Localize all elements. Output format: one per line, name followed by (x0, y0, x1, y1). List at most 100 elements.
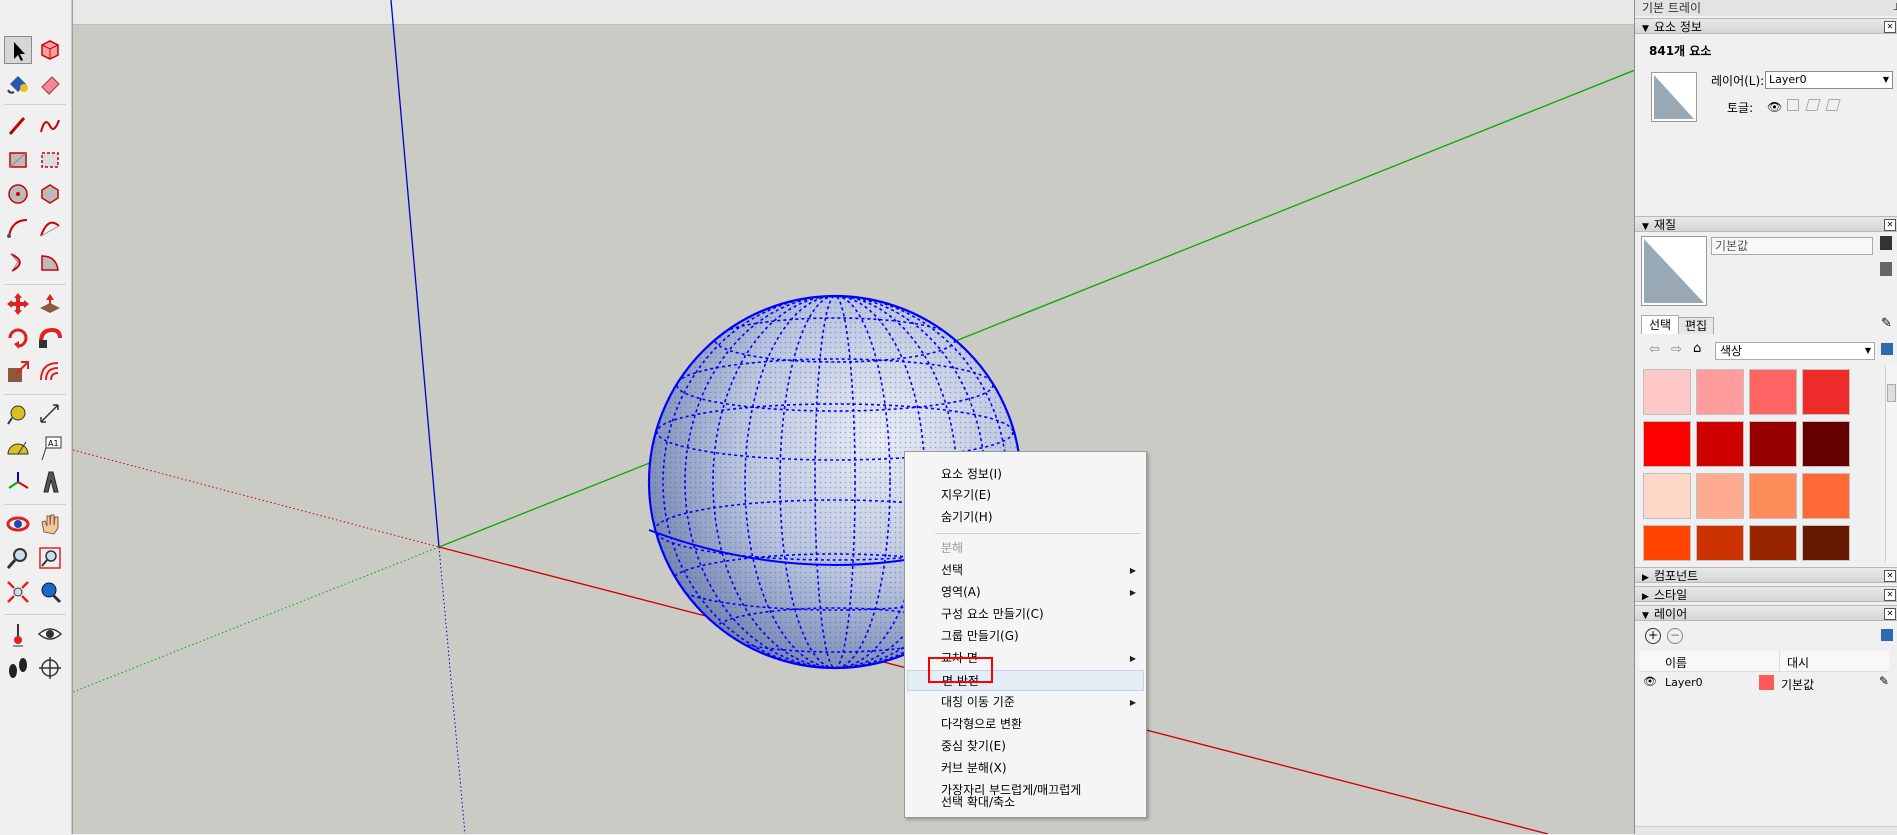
zoom-extents-tool-icon[interactable] (4, 578, 32, 606)
line-tool-icon[interactable] (4, 112, 32, 140)
color-swatch[interactable] (1643, 525, 1691, 561)
color-swatch[interactable] (1802, 421, 1850, 467)
entity-info-header[interactable]: ▼ 요소 정보 ✕ (1635, 18, 1897, 34)
color-swatch[interactable] (1643, 369, 1691, 415)
position-camera-tool-icon[interactable] (4, 620, 32, 648)
back-arrow-icon[interactable]: ⇦ (1649, 342, 1660, 357)
arc-tool-icon[interactable] (4, 214, 32, 242)
move-tool-icon[interactable] (4, 290, 32, 318)
color-swatch[interactable] (1696, 369, 1744, 415)
menu-item-erase[interactable]: 지우기(E) (907, 485, 1144, 506)
color-swatch[interactable] (1749, 369, 1797, 415)
model-viewport[interactable] (72, 0, 1635, 834)
menu-item-find-center[interactable]: 중심 찾기(E) (907, 736, 1144, 757)
close-icon[interactable]: ✕ (1884, 608, 1896, 620)
text-tool-icon[interactable]: A1 (36, 434, 64, 462)
visibility-eye-icon[interactable]: 👁 (1643, 675, 1657, 688)
tab-select[interactable]: 선택 (1641, 315, 1679, 334)
zoom-tool-icon[interactable] (4, 544, 32, 572)
walk-tool-icon[interactable] (4, 654, 32, 682)
previous-view-tool-icon[interactable] (36, 578, 64, 606)
push-pull-tool-icon[interactable] (36, 290, 64, 318)
pan-tool-icon[interactable] (36, 510, 64, 538)
two-point-arc-tool-icon[interactable] (36, 214, 64, 242)
close-icon[interactable]: ✕ (1884, 219, 1896, 231)
col-name[interactable]: 이름 (1665, 654, 1687, 671)
menu-item-hide[interactable]: 숨기기(H) (907, 507, 1144, 528)
protractor-tool-icon[interactable] (4, 434, 32, 462)
menu-item-make-component[interactable]: 구성 요소 만들기(C) (907, 604, 1144, 625)
freehand-tool-icon[interactable] (36, 112, 64, 140)
pie-tool-icon[interactable] (36, 248, 64, 276)
close-icon[interactable]: ✕ (1884, 570, 1896, 582)
rotate-tool-icon[interactable] (4, 324, 32, 352)
layer-select[interactable]: Layer0 ▼ (1765, 71, 1893, 89)
follow-me-tool-icon[interactable] (36, 324, 64, 352)
circle-tool-icon[interactable] (4, 180, 32, 208)
make-component-tool-icon[interactable] (36, 36, 64, 64)
menu-item-zoom-selection[interactable]: 선택 확대/축소 (907, 792, 1144, 813)
edit-pencil-icon[interactable]: ✎ (1879, 674, 1889, 688)
receive-shadows-icon[interactable] (1805, 99, 1821, 111)
scrollbar-thumb[interactable] (1887, 384, 1896, 402)
layer-color-swatch[interactable] (1759, 675, 1774, 690)
color-swatch[interactable] (1643, 421, 1691, 467)
paint-bucket-tool-icon[interactable] (4, 70, 32, 98)
eraser-tool-icon[interactable] (36, 70, 64, 98)
layer-details-icon[interactable] (1881, 629, 1893, 641)
rectangle-tool-icon[interactable] (4, 146, 32, 174)
select-tool-icon[interactable] (4, 36, 32, 64)
add-layer-icon[interactable]: + (1645, 628, 1661, 644)
layer-dash[interactable]: 기본값 (1781, 676, 1814, 693)
close-icon[interactable]: ✕ (1884, 589, 1896, 601)
swatch-scrollbar[interactable] (1885, 366, 1897, 562)
section-plane-tool-icon[interactable] (36, 654, 64, 682)
color-swatch[interactable] (1802, 369, 1850, 415)
forward-arrow-icon[interactable]: ⇨ (1671, 342, 1682, 357)
menu-item-area[interactable]: 영역(A) ▶ (907, 582, 1144, 603)
offset-tool-icon[interactable] (36, 358, 64, 386)
components-header[interactable]: ▶ 컴포넌트 ✕ (1635, 567, 1897, 583)
three-point-arc-tool-icon[interactable] (4, 248, 32, 276)
delete-layer-icon[interactable]: − (1667, 628, 1683, 644)
create-material-icon[interactable] (1880, 236, 1892, 250)
color-swatch[interactable] (1643, 473, 1691, 519)
zoom-window-tool-icon[interactable] (36, 544, 64, 572)
color-swatch[interactable] (1696, 473, 1744, 519)
color-swatch[interactable] (1749, 525, 1797, 561)
menu-item-convert-to-polygon[interactable]: 다각형으로 변환 (907, 714, 1144, 735)
dimension-tool-icon[interactable] (36, 400, 64, 428)
visibility-eye-icon[interactable]: 👁 (1767, 100, 1782, 114)
menu-item-flip-along[interactable]: 대칭 이동 기준 ▶ (907, 692, 1144, 713)
materials-header[interactable]: ▼ 재질 ✕ (1635, 216, 1897, 232)
details-arrow-icon[interactable] (1881, 343, 1893, 355)
pin-icon[interactable]: ⊥ (1892, 0, 1897, 16)
color-swatch[interactable] (1802, 473, 1850, 519)
layers-header[interactable]: ▼ 레이어 ✕ (1635, 605, 1897, 621)
close-icon[interactable]: ✕ (1884, 21, 1896, 33)
material-name-field[interactable]: 기본값 (1711, 237, 1873, 255)
tab-edit[interactable]: 편집 (1678, 317, 1714, 334)
color-swatch[interactable] (1749, 421, 1797, 467)
home-icon[interactable]: ⌂ (1693, 341, 1701, 356)
orbit-tool-icon[interactable] (4, 510, 32, 538)
3d-text-tool-icon[interactable] (36, 468, 64, 496)
color-swatch[interactable] (1696, 421, 1744, 467)
look-around-tool-icon[interactable] (36, 620, 64, 648)
styles-header[interactable]: ▶ 스타일 ✕ (1635, 586, 1897, 602)
paint-icon[interactable] (1880, 262, 1892, 276)
lock-icon[interactable] (1787, 99, 1799, 111)
sample-paint-icon[interactable]: ✎ (1881, 316, 1892, 331)
scale-tool-icon[interactable] (4, 358, 32, 386)
menu-item-explode-curve[interactable]: 커브 분해(X) (907, 758, 1144, 779)
polygon-tool-icon[interactable] (36, 180, 64, 208)
color-swatch[interactable] (1696, 525, 1744, 561)
scene-canvas[interactable] (73, 0, 1635, 834)
rotated-rectangle-tool-icon[interactable] (36, 146, 64, 174)
col-style[interactable]: 대시 (1787, 654, 1809, 671)
menu-item-make-group[interactable]: 그룹 만들기(G) (907, 626, 1144, 647)
layer-row[interactable]: 👁 Layer0 기본값 ✎ (1639, 673, 1893, 693)
menu-item-select[interactable]: 선택 ▶ (907, 560, 1144, 581)
color-swatch[interactable] (1802, 525, 1850, 561)
cast-shadows-icon[interactable] (1825, 99, 1841, 111)
